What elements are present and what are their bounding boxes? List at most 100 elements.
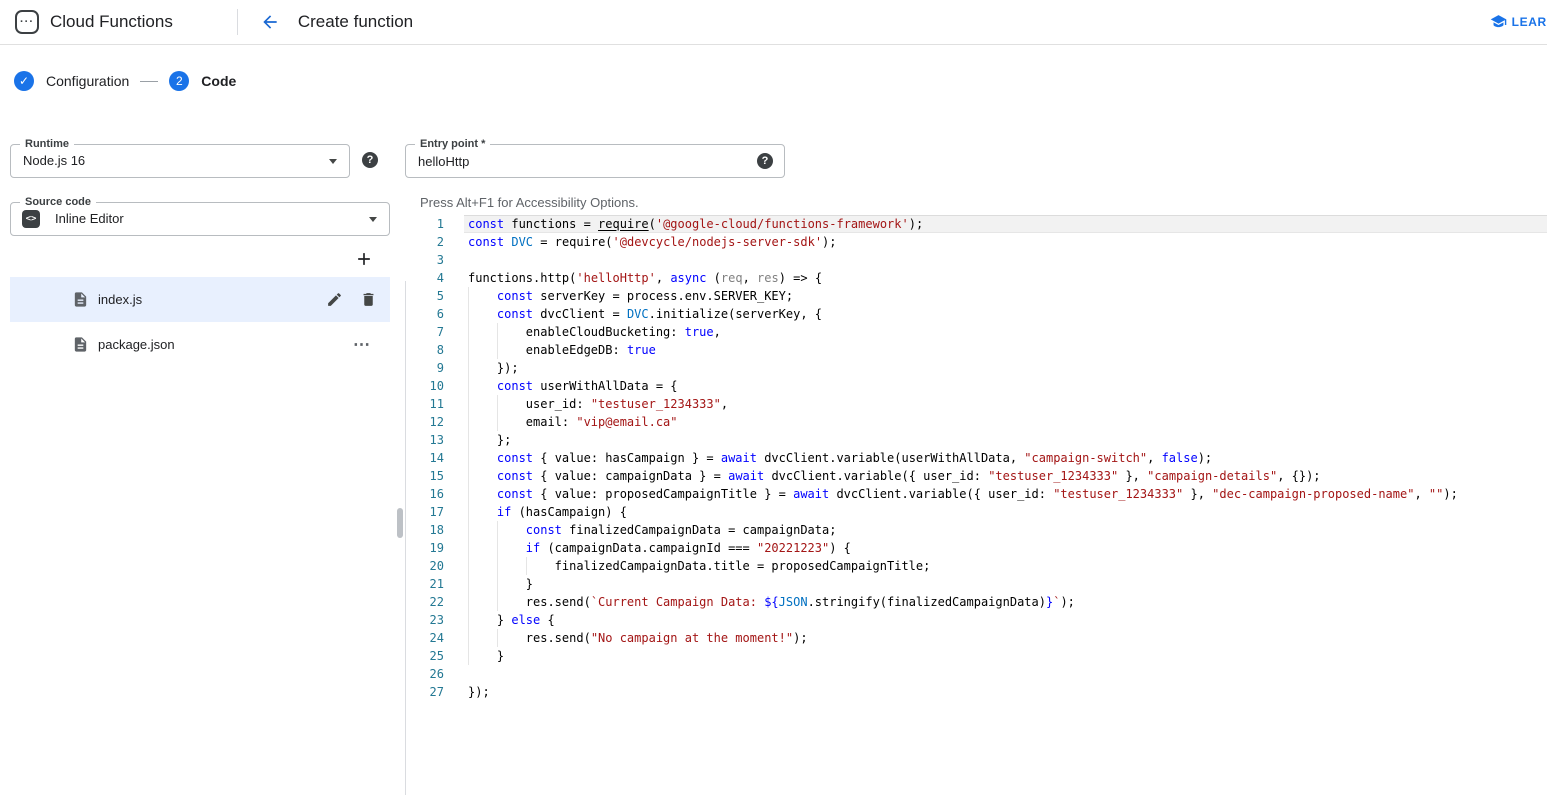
code-line-2[interactable]: 2const DVC = require('@devcycle/nodejs-s… <box>406 233 1547 251</box>
code-line-content[interactable]: }); <box>464 359 1547 377</box>
code-line-content[interactable]: res.send(`Current Campaign Data: ${JSON.… <box>464 593 1547 611</box>
indent-guide <box>468 575 497 593</box>
line-number: 27 <box>406 683 444 701</box>
accessibility-hint: Press Alt+F1 for Accessibility Options. <box>420 195 639 210</box>
step-code-number[interactable]: 2 <box>169 71 189 91</box>
line-number: 11 <box>406 395 444 413</box>
code-line-26[interactable]: 26 <box>406 665 1547 683</box>
code-line-22[interactable]: 22res.send(`Current Campaign Data: ${JSO… <box>406 593 1547 611</box>
code-line-11[interactable]: 11 user_id: "testuser_1234333", <box>406 395 1547 413</box>
line-number: 15 <box>406 467 444 485</box>
code-line-content[interactable]: } <box>464 647 1547 665</box>
code-line-16[interactable]: 16 const { value: proposedCampaignTitle }… <box>406 485 1547 503</box>
code-line-content[interactable]: const DVC = require('@devcycle/nodejs-se… <box>464 233 1547 251</box>
source-code-select[interactable]: Source code <> Inline Editor <box>10 202 390 236</box>
file-row-index.js[interactable]: index.js <box>10 277 390 322</box>
step-code-label[interactable]: Code <box>201 73 236 89</box>
code-line-content[interactable]: user_id: "testuser_1234333", <box>464 395 1547 413</box>
code-editor[interactable]: 1const functions = require('@google-clou… <box>406 215 1547 795</box>
code-line-content[interactable]: if (campaignData.campaignId === "2022122… <box>464 539 1547 557</box>
line-number: 21 <box>406 575 444 593</box>
code-line-14[interactable]: 14const { value: hasCampaign } = await d… <box>406 449 1547 467</box>
code-line-content[interactable]: const userWithAllData = { <box>464 377 1547 395</box>
code-line-content[interactable]: const functions = require('@google-cloud… <box>464 215 1547 233</box>
code-line-24[interactable]: 24res.send("No campaign at the moment!")… <box>406 629 1547 647</box>
code-line-content[interactable] <box>464 251 1547 269</box>
back-arrow-icon[interactable] <box>258 10 282 34</box>
line-number: 5 <box>406 287 444 305</box>
create-function-page: ··· Cloud Functions Create function LEAR… <box>0 0 1547 795</box>
code-line-content[interactable]: enableEdgeDB: true <box>464 341 1547 359</box>
file-name: package.json <box>98 337 175 352</box>
app-header: ··· Cloud Functions Create function LEAR… <box>0 0 1547 45</box>
indent-guide <box>468 359 497 377</box>
edit-icon[interactable] <box>322 288 346 312</box>
code-line-12[interactable]: 12email: "vip@email.ca" <box>406 413 1547 431</box>
code-line-3[interactable]: 3 <box>406 251 1547 269</box>
runtime-help-icon[interactable]: ? <box>362 152 378 168</box>
code-line-18[interactable]: 18const finalizedCampaignData = campaign… <box>406 521 1547 539</box>
code-line-content[interactable]: const { value: hasCampaign } = await dvc… <box>464 449 1547 467</box>
indent-guide <box>468 413 497 431</box>
panel-resize-handle[interactable] <box>397 508 403 538</box>
code-line-content[interactable]: }); <box>464 683 1547 701</box>
code-line-21[interactable]: 21} <box>406 575 1547 593</box>
code-line-content[interactable]: } <box>464 575 1547 593</box>
code-line-content[interactable]: const finalizedCampaignData = campaignDa… <box>464 521 1547 539</box>
step-configuration-check-icon[interactable]: ✓ <box>14 71 34 91</box>
code-line-7[interactable]: 7enableCloudBucketing: true, <box>406 323 1547 341</box>
indent-guide <box>468 557 497 575</box>
code-line-content[interactable]: const dvcClient = DVC.initialize(serverK… <box>464 305 1547 323</box>
code-line-1[interactable]: 1const functions = require('@google-clou… <box>406 215 1547 233</box>
learn-link[interactable]: LEARN <box>1490 13 1547 30</box>
code-line-content[interactable]: if (hasCampaign) { <box>464 503 1547 521</box>
code-line-content[interactable]: finalizedCampaignData.title = proposedCa… <box>464 557 1547 575</box>
file-name: index.js <box>98 292 142 307</box>
line-number: 9 <box>406 359 444 377</box>
entry-point-field[interactable]: Entry point * ? <box>405 144 785 178</box>
line-number: 25 <box>406 647 444 665</box>
code-line-15[interactable]: 15 const { value: campaignData } = await … <box>406 467 1547 485</box>
page-title: Create function <box>298 12 413 32</box>
code-line-content[interactable]: res.send("No campaign at the moment!"); <box>464 629 1547 647</box>
indent-guide <box>497 593 526 611</box>
line-number: 6 <box>406 305 444 323</box>
add-file-button[interactable] <box>352 247 376 271</box>
code-line-content[interactable]: functions.http('helloHttp', async (req, … <box>464 269 1547 287</box>
code-line-content[interactable]: const { value: campaignData } = await dv… <box>464 467 1547 485</box>
code-line-content[interactable]: const serverKey = process.env.SERVER_KEY… <box>464 287 1547 305</box>
code-line-content[interactable]: const { value: proposedCampaignTitle } =… <box>464 485 1547 503</box>
code-line-content[interactable]: }; <box>464 431 1547 449</box>
step-configuration-label[interactable]: Configuration <box>46 73 129 89</box>
code-line-content[interactable]: } else { <box>464 611 1547 629</box>
code-line-content[interactable]: enableCloudBucketing: true, <box>464 323 1547 341</box>
code-line-25[interactable]: 25} <box>406 647 1547 665</box>
code-line-9[interactable]: 9}); <box>406 359 1547 377</box>
code-line-5[interactable]: 5 const serverKey = process.env.SERVER_KE… <box>406 287 1547 305</box>
indent-guide <box>468 611 497 629</box>
code-line-23[interactable]: 23} else { <box>406 611 1547 629</box>
code-line-4[interactable]: 4functions.http('helloHttp', async (req,… <box>406 269 1547 287</box>
code-line-27[interactable]: 27}); <box>406 683 1547 701</box>
more-icon[interactable]: ⋯ <box>350 333 374 357</box>
indent-guide <box>497 557 526 575</box>
entry-point-help-icon[interactable]: ? <box>757 153 773 169</box>
runtime-select[interactable]: Runtime Node.js 16 <box>10 144 350 178</box>
code-line-19[interactable]: 19if (campaignData.campaignId === "20221… <box>406 539 1547 557</box>
indent-guide <box>468 341 497 359</box>
entry-point-input[interactable] <box>418 146 718 176</box>
line-number: 16 <box>406 485 444 503</box>
code-line-6[interactable]: 6 const dvcClient = DVC.initialize(server… <box>406 305 1547 323</box>
delete-icon[interactable] <box>356 288 380 312</box>
cloud-functions-logo-icon: ··· <box>15 10 39 34</box>
code-line-8[interactable]: 8enableEdgeDB: true <box>406 341 1547 359</box>
code-icon: <> <box>22 210 40 228</box>
code-line-content[interactable]: email: "vip@email.ca" <box>464 413 1547 431</box>
file-row-package.json[interactable]: package.json ⋯ <box>10 322 390 367</box>
code-line-13[interactable]: 13}; <box>406 431 1547 449</box>
code-line-content[interactable] <box>464 665 1547 683</box>
code-line-17[interactable]: 17if (hasCampaign) { <box>406 503 1547 521</box>
code-line-20[interactable]: 20finalizedCampaignData.title = proposed… <box>406 557 1547 575</box>
code-line-10[interactable]: 10const userWithAllData = { <box>406 377 1547 395</box>
line-number: 3 <box>406 251 444 269</box>
